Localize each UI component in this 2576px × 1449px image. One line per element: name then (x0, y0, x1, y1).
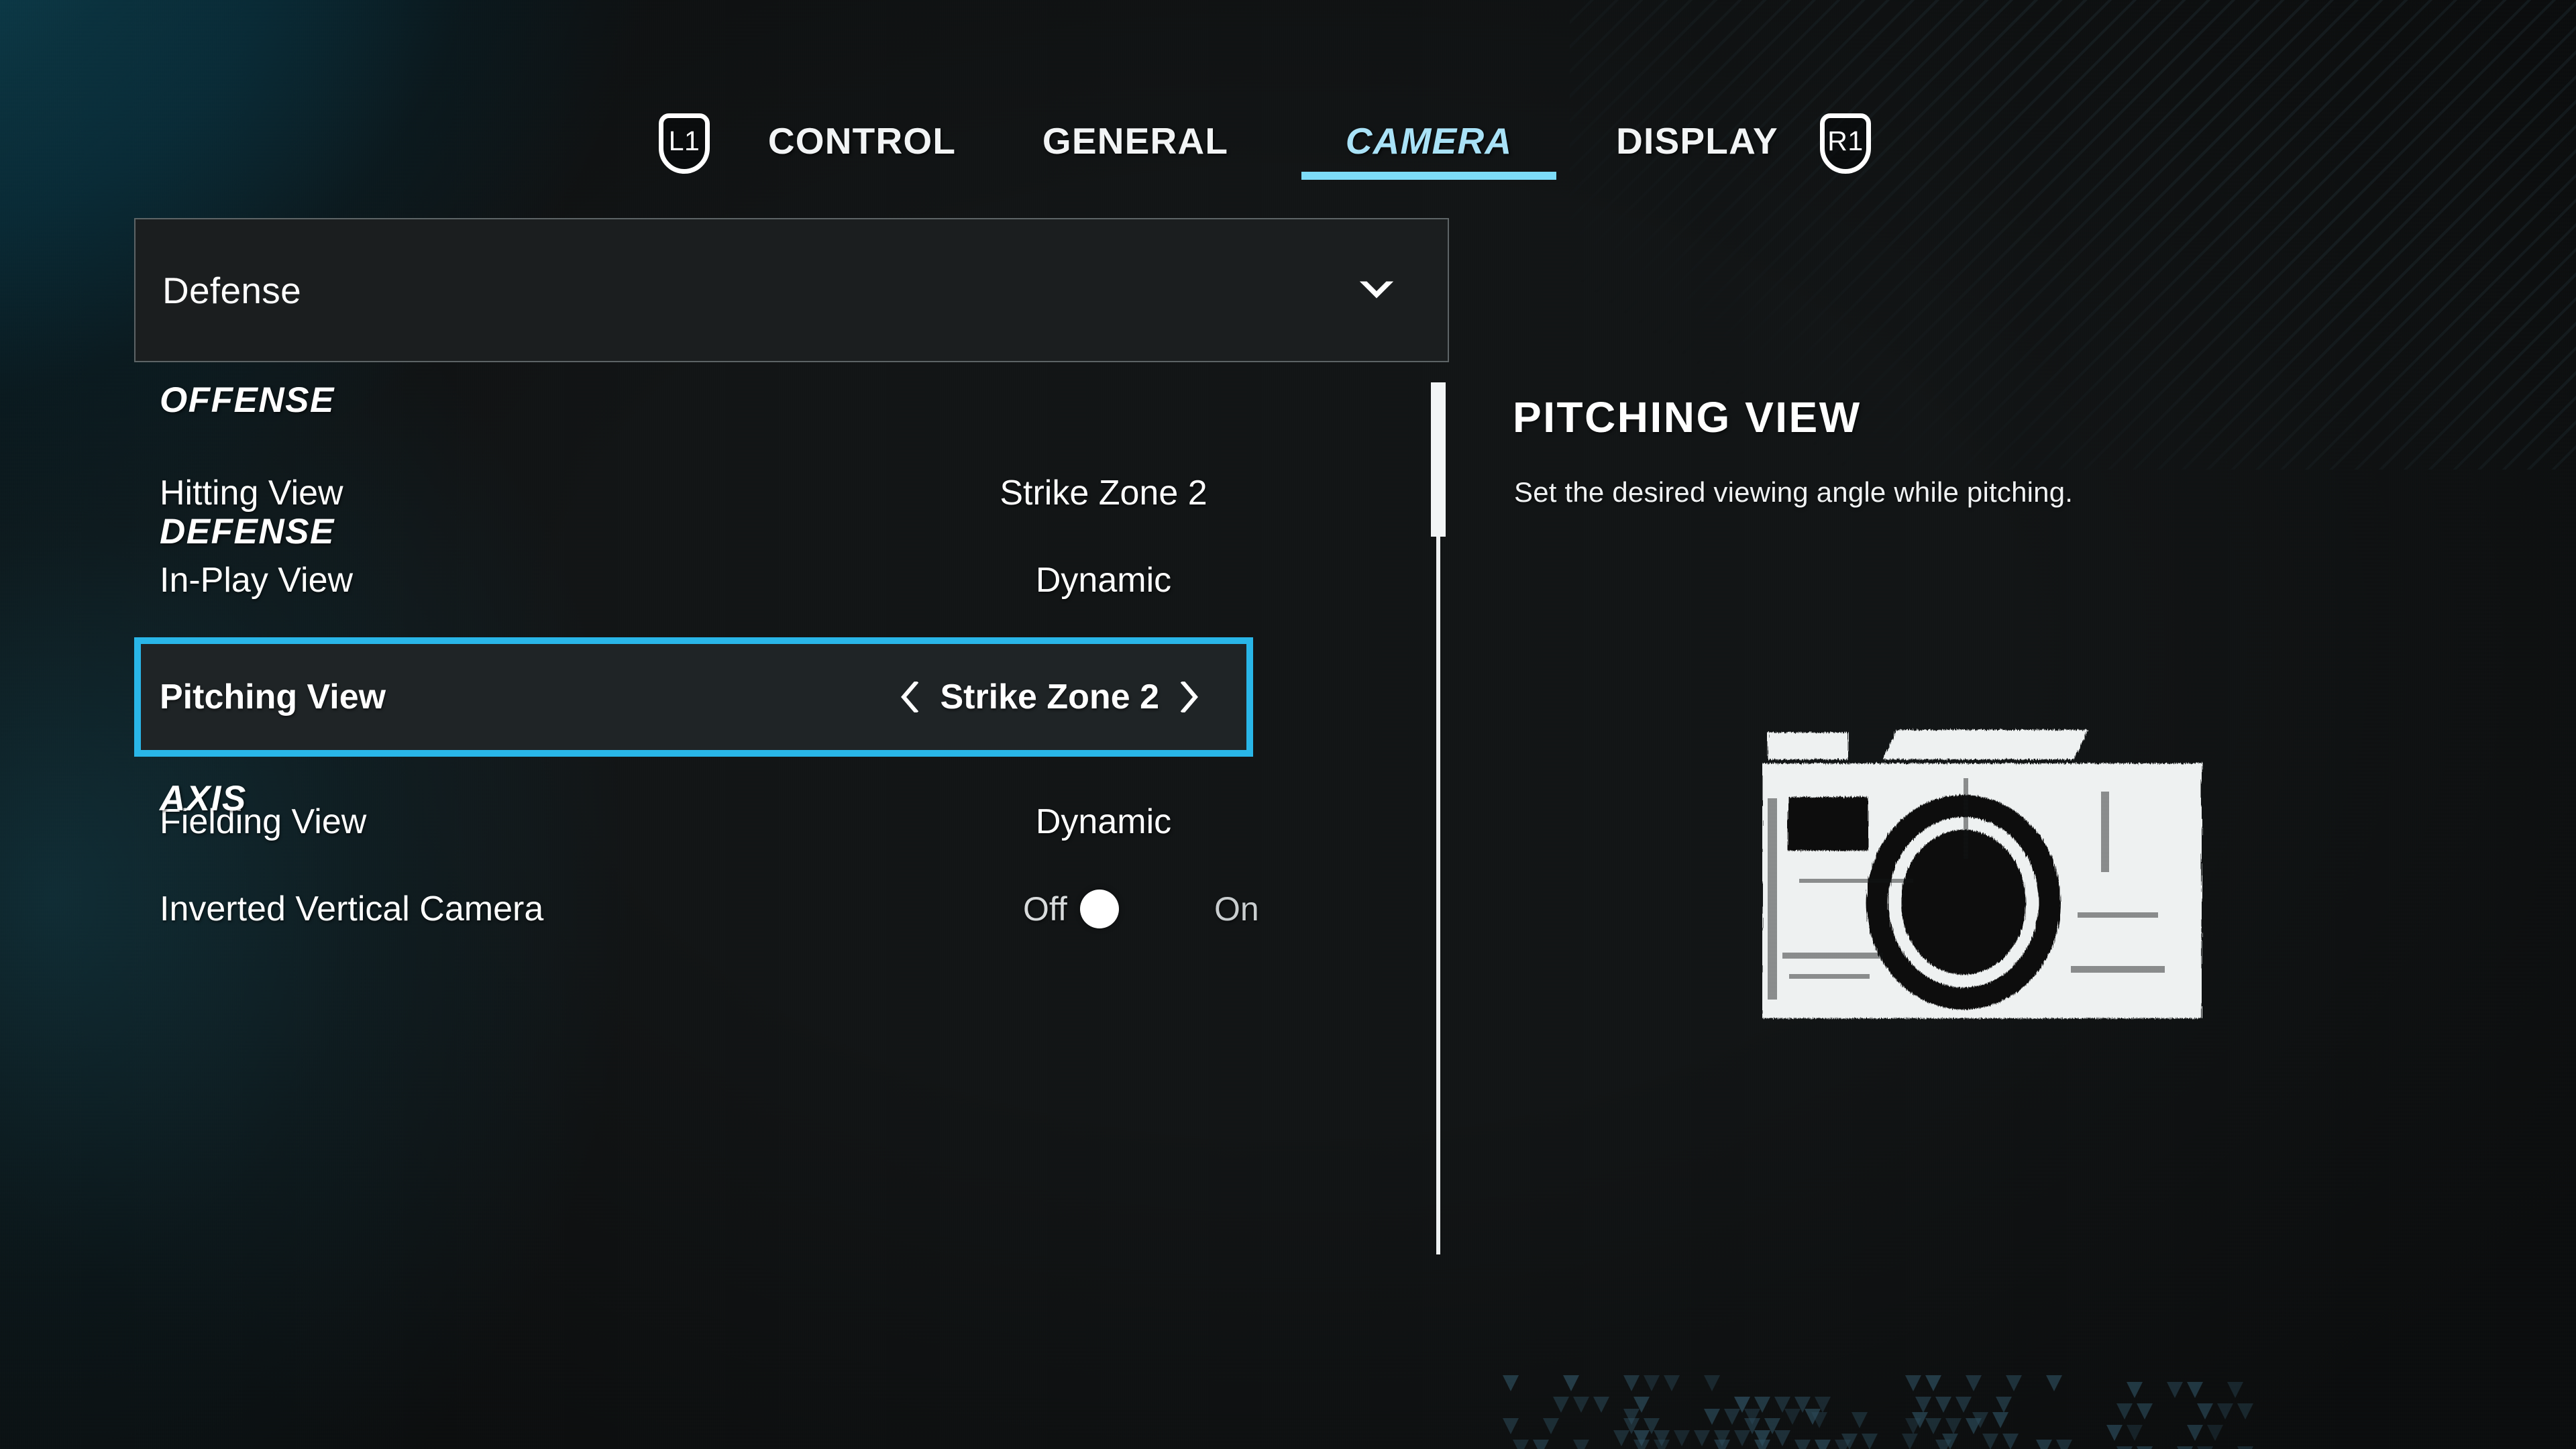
r1-bumper-button[interactable]: R1 (1820, 113, 1871, 174)
setting-label: In-Play View (160, 561, 354, 600)
tab-general[interactable]: GENERAL (1042, 107, 1229, 174)
tab-control[interactable]: CONTROL (767, 107, 957, 174)
r1-bumper-label: R1 (1827, 125, 1864, 156)
section-heading-offense: OFFENSE (160, 380, 335, 420)
chevron-left-icon[interactable] (900, 682, 921, 712)
tab-control-label: CONTROL (767, 120, 957, 162)
chevron-right-icon[interactable] (1178, 682, 1199, 712)
setting-value-stepper: Strike Zone 2 (900, 677, 1199, 717)
detail-title: PITCHING VIEW (1513, 393, 1862, 441)
setting-label: Pitching View (160, 678, 386, 716)
camera-settings-list: OFFENSE Hitting View Strike Zone 2 In-Pl… (134, 376, 1449, 1254)
setting-value: Dynamic (1035, 802, 1172, 841)
camera-filter-dropdown[interactable]: Defense (134, 218, 1449, 362)
tab-camera-label: CAMERA (1345, 120, 1513, 162)
tab-display-label: DISPLAY (1616, 120, 1778, 162)
settings-tabbar: L1 CONTROL GENERAL CAMERA DISPLAY R1 (0, 107, 2576, 188)
setting-label: Hitting View (160, 474, 343, 513)
camera-icon (1762, 730, 2202, 1018)
section-heading-defense: DEFENSE (160, 512, 335, 551)
setting-value: Strike Zone 2 (1000, 474, 1208, 513)
settings-scrollbar-track[interactable] (1431, 382, 1446, 1254)
toggle-on-label: On (1214, 890, 1259, 928)
toggle-off-label: Off (1023, 890, 1067, 928)
setting-value-text: Strike Zone 2 (940, 678, 1159, 716)
l1-bumper-button[interactable]: L1 (659, 113, 710, 174)
setting-row-pitching-view[interactable]: Pitching View Strike Zone 2 (134, 637, 1253, 757)
tab-underline (1301, 172, 1556, 180)
setting-detail-panel: PITCHING VIEW Set the desired viewing an… (1513, 376, 2452, 1248)
tab-camera[interactable]: CAMERA (1301, 107, 1556, 180)
tab-general-label: GENERAL (1042, 120, 1229, 162)
setting-row-inverted-vertical-camera[interactable]: Inverted Vertical Camera Off On (134, 855, 1389, 963)
l1-bumper-label: L1 (668, 125, 700, 156)
toggle-knob[interactable] (1080, 890, 1119, 928)
section-heading-axis: AXIS (160, 779, 247, 818)
settings-scrollbar-thumb[interactable] (1431, 382, 1446, 537)
setting-label: Inverted Vertical Camera (160, 890, 544, 928)
tab-display[interactable]: DISPLAY (1607, 107, 1788, 174)
camera-filter-selected-value: Defense (162, 269, 301, 311)
detail-description: Set the desired viewing angle while pitc… (1514, 476, 2074, 508)
inverted-vertical-camera-toggle[interactable]: Off On (953, 882, 1422, 936)
setting-value: Dynamic (1035, 561, 1172, 600)
chevron-down-icon (1359, 280, 1394, 299)
